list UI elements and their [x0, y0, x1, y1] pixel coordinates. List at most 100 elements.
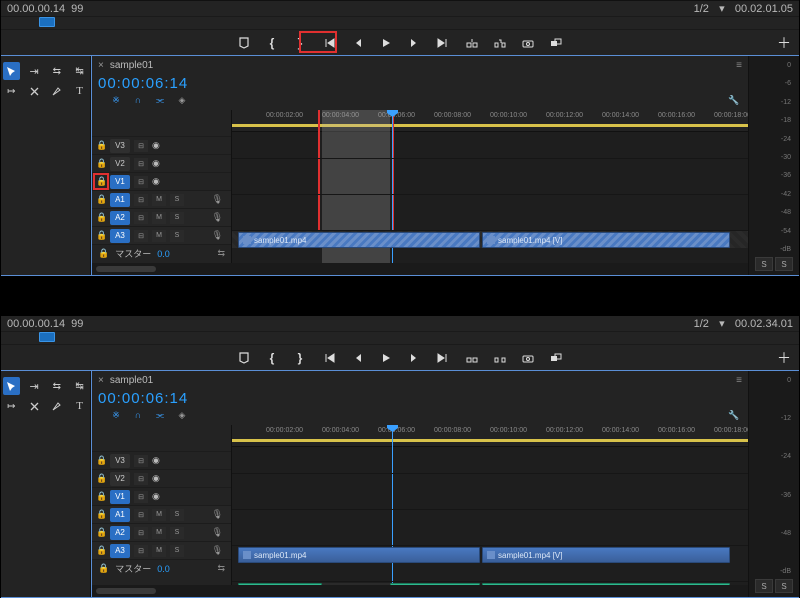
- track-v3[interactable]: [232, 473, 748, 491]
- sync-lock-toggle[interactable]: ⊟: [134, 455, 148, 467]
- snap-toggle[interactable]: ※: [110, 94, 122, 106]
- track-label[interactable]: A1: [110, 193, 130, 207]
- solo-toggle[interactable]: S: [170, 527, 184, 539]
- timeline-settings-button[interactable]: 🔧: [728, 409, 740, 421]
- sync-lock-toggle[interactable]: ⊟: [134, 509, 148, 521]
- sync-lock-toggle[interactable]: ⊟: [134, 176, 148, 188]
- collapse-icon[interactable]: ⇆: [217, 248, 225, 259]
- go-to-out-button[interactable]: [435, 351, 449, 365]
- button-editor-plus[interactable]: ＋: [777, 348, 791, 368]
- eye-icon[interactable]: ◉: [152, 473, 160, 484]
- sync-lock-toggle[interactable]: ⊟: [134, 194, 148, 206]
- sync-lock-toggle[interactable]: ⊟: [134, 230, 148, 242]
- timeline-tracks[interactable]: 00:00:02:00 00:00:04:00 00:00:06:00 00:0…: [232, 425, 748, 585]
- work-area-bar[interactable]: [232, 124, 748, 127]
- meter-solo-right[interactable]: S: [775, 257, 793, 271]
- panel-menu[interactable]: ≡: [736, 375, 742, 386]
- overwrite-button[interactable]: [549, 36, 563, 50]
- eye-icon[interactable]: ◉: [152, 455, 160, 466]
- pen-tool[interactable]: [49, 82, 66, 100]
- lock-icon[interactable]: 🔒: [98, 248, 109, 259]
- audio-clip[interactable]: [390, 583, 480, 585]
- close-sequence[interactable]: ×: [98, 60, 104, 71]
- ripple-edit-tool[interactable]: ⇆: [49, 62, 66, 80]
- track-label[interactable]: A1: [110, 508, 130, 522]
- play-button[interactable]: [379, 36, 393, 50]
- mute-toggle[interactable]: M: [152, 509, 166, 521]
- sync-lock-toggle[interactable]: ⊟: [134, 158, 148, 170]
- mic-icon[interactable]: 🎙: [212, 230, 223, 241]
- mute-toggle[interactable]: M: [152, 545, 166, 557]
- track-header-a2[interactable]: 🔒 A2 ⊟ M S 🎙: [92, 523, 231, 541]
- in-point-marker[interactable]: [39, 332, 55, 342]
- master-db[interactable]: 0.0: [157, 249, 170, 259]
- sync-lock-toggle[interactable]: ⊟: [134, 545, 148, 557]
- track-label[interactable]: V3: [110, 454, 130, 468]
- track-label[interactable]: A2: [110, 211, 130, 225]
- master-track[interactable]: 🔒 マスター 0.0 ⇆: [92, 244, 231, 262]
- razor-tool[interactable]: [26, 397, 43, 415]
- lock-icon[interactable]: 🔒: [96, 491, 106, 502]
- horizontal-scrollbar[interactable]: [92, 263, 748, 275]
- track-label[interactable]: V1: [110, 175, 130, 189]
- track-label[interactable]: A3: [110, 544, 130, 558]
- track-header-v3[interactable]: 🔒 V3 ⊟ ◉: [92, 451, 231, 469]
- mic-icon[interactable]: 🎙: [212, 527, 223, 538]
- track-label[interactable]: V3: [110, 139, 130, 153]
- track-v1[interactable]: sample01.mp4 sample01.mp4 [V]: [232, 230, 748, 248]
- lock-icon[interactable]: 🔒: [96, 509, 106, 520]
- lock-icon[interactable]: 🔒: [96, 527, 106, 538]
- track-header-a2[interactable]: 🔒 A2 ⊟ M S 🎙: [92, 208, 231, 226]
- sync-lock-toggle[interactable]: ⊟: [134, 212, 148, 224]
- track-header-v3[interactable]: 🔒 V3 ⊟ ◉: [92, 136, 231, 154]
- step-back-button[interactable]: [351, 351, 365, 365]
- overwrite-button[interactable]: [549, 351, 563, 365]
- solo-toggle[interactable]: S: [170, 212, 184, 224]
- track-header-v1[interactable]: 🔒 V1 ⊟ ◉: [92, 487, 231, 505]
- horizontal-scrollbar[interactable]: [92, 585, 748, 597]
- meter-solo-left[interactable]: S: [755, 579, 773, 593]
- track-v1[interactable]: sample01.mp4 sample01.mp4 [V]: [232, 545, 748, 563]
- mute-toggle[interactable]: M: [152, 230, 166, 242]
- timeline-settings-button[interactable]: 🔧: [728, 94, 740, 106]
- playhead-timecode[interactable]: 00:00:06:14: [98, 390, 188, 407]
- lock-icon[interactable]: 🔒: [96, 473, 106, 484]
- time-ruler[interactable]: 00:00:02:00 00:00:04:00 00:00:06:00 00:0…: [232, 425, 748, 447]
- add-marker-button[interactable]: [237, 351, 251, 365]
- ripple-edit-tool[interactable]: ⇆: [49, 377, 66, 395]
- track-v2[interactable]: [232, 509, 748, 527]
- sync-lock-toggle[interactable]: ⊟: [134, 473, 148, 485]
- track-header-a3[interactable]: 🔒 A3 ⊟ M S 🎙: [92, 226, 231, 244]
- playhead-timecode[interactable]: 00:00:06:14: [98, 75, 188, 92]
- add-marker-button[interactable]: [237, 36, 251, 50]
- mute-toggle[interactable]: M: [152, 194, 166, 206]
- lock-icon[interactable]: 🔒: [98, 563, 109, 574]
- selection-tool[interactable]: [3, 62, 20, 80]
- marker-strip[interactable]: [1, 332, 799, 344]
- solo-toggle[interactable]: S: [170, 230, 184, 242]
- linked-selection-toggle[interactable]: ⫘: [154, 94, 166, 106]
- eye-icon[interactable]: ◉: [152, 491, 160, 502]
- track-label[interactable]: V2: [110, 157, 130, 171]
- panel-menu[interactable]: ≡: [736, 60, 742, 71]
- close-sequence[interactable]: ×: [98, 375, 104, 386]
- track-v2[interactable]: [232, 194, 748, 212]
- video-clip[interactable]: sample01.mp4 [V]: [482, 232, 730, 248]
- eye-icon[interactable]: ◉: [152, 158, 160, 169]
- selection-tool[interactable]: [3, 377, 20, 395]
- track-label[interactable]: A3: [110, 229, 130, 243]
- mute-toggle[interactable]: M: [152, 212, 166, 224]
- time-ruler[interactable]: 00:00:02:00 00:00:04:00 00:00:06:00 00:0…: [232, 110, 748, 132]
- go-to-in-button[interactable]: [323, 351, 337, 365]
- mic-icon[interactable]: 🎙: [212, 212, 223, 223]
- step-back-button[interactable]: [351, 36, 365, 50]
- sync-lock-toggle[interactable]: ⊟: [134, 491, 148, 503]
- marker-toggle[interactable]: ◈: [176, 409, 188, 421]
- track-select-back-tool[interactable]: ↦: [3, 397, 20, 415]
- meter-solo-right[interactable]: S: [775, 579, 793, 593]
- extract-button[interactable]: [493, 36, 507, 50]
- play-button[interactable]: [379, 351, 393, 365]
- in-point-marker[interactable]: [39, 17, 55, 27]
- step-forward-button[interactable]: [407, 36, 421, 50]
- track-header-v1[interactable]: 🔒 V1 ⊟ ◉: [92, 172, 231, 190]
